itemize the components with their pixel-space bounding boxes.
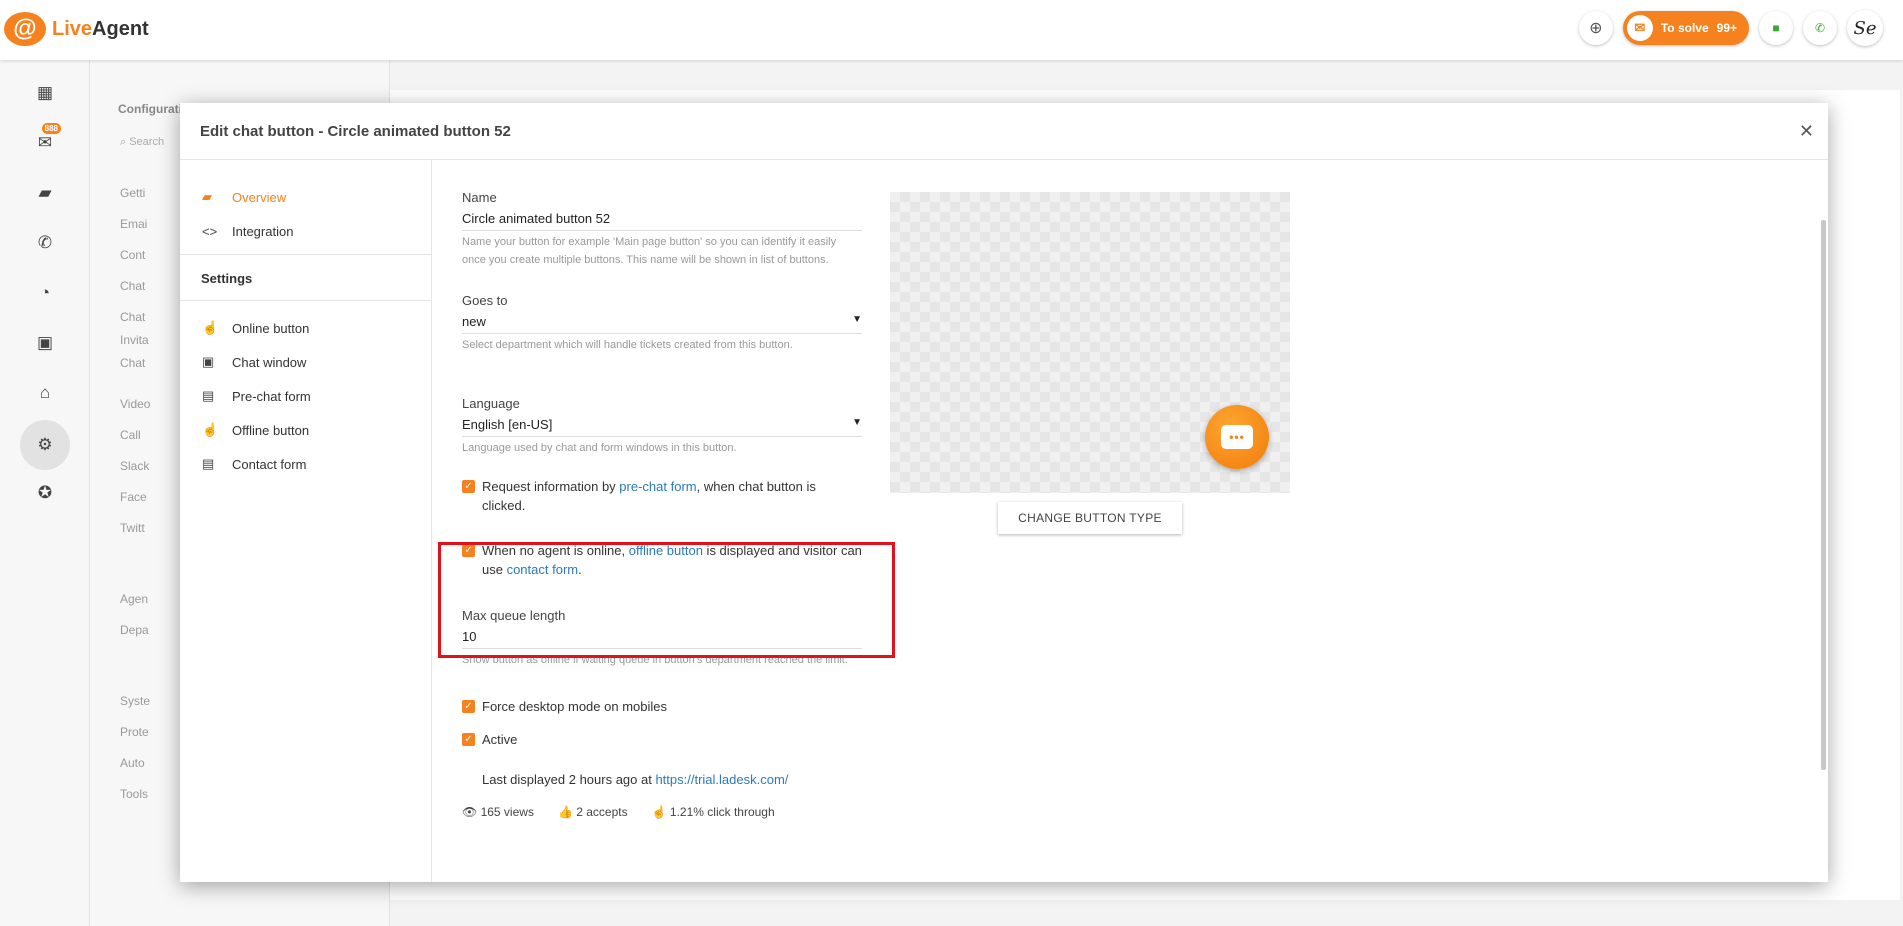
configuration-icon[interactable]: ⚙ bbox=[20, 420, 70, 470]
config-item[interactable]: Twitt bbox=[120, 521, 145, 535]
nav-prechat-form[interactable]: ▤ Pre-chat form bbox=[180, 379, 431, 413]
chat-button-preview: ••• bbox=[1205, 405, 1269, 469]
config-item[interactable]: Chat bbox=[120, 356, 145, 370]
window-icon: ▣ bbox=[202, 354, 215, 369]
nav-online-button[interactable]: ☝ Online button bbox=[180, 311, 431, 345]
config-item[interactable]: Slack bbox=[120, 459, 149, 473]
main-nav-rail: ▦ ✉ 888 ▰ ✆ ◔ ▣ ⌂ ⚙ ✪ bbox=[0, 60, 90, 926]
config-item[interactable]: Syste bbox=[120, 694, 150, 708]
name-input[interactable]: Circle animated button 52 bbox=[462, 211, 862, 231]
config-item[interactable]: Emai bbox=[120, 217, 147, 231]
name-field: Name Circle animated button 52 Name your… bbox=[462, 190, 862, 269]
config-item[interactable]: Video bbox=[120, 397, 150, 411]
button-preview: ••• bbox=[890, 192, 1290, 493]
nav-overview[interactable]: ▰ Overview bbox=[180, 180, 431, 214]
active-checkbox-row: ✓ Active bbox=[462, 730, 862, 749]
chat-bubble-icon: ▰ bbox=[202, 189, 212, 204]
prechat-form-link[interactable]: pre-chat form bbox=[619, 479, 696, 494]
highlight-box bbox=[438, 542, 895, 658]
to-solve-button[interactable]: ✉ To solve 99+ bbox=[1622, 11, 1749, 45]
config-item[interactable]: Prote bbox=[120, 725, 149, 739]
top-bar: @ LiveAgent ⊕ ✉ To solve 99+ ■ ✆ Se bbox=[0, 0, 1903, 60]
change-button-type-button[interactable]: CHANGE BUTTON TYPE bbox=[998, 502, 1182, 534]
dialog-content: Name Circle animated button 52 Name your… bbox=[432, 160, 1828, 882]
config-item[interactable]: Cont bbox=[120, 248, 145, 262]
app-logo[interactable]: @ LiveAgent bbox=[4, 12, 149, 46]
pointer-icon: ☝ bbox=[651, 805, 667, 819]
nav-integration[interactable]: <> Integration bbox=[180, 214, 431, 248]
code-icon: <> bbox=[202, 223, 218, 239]
contacts-icon[interactable]: ▣ bbox=[25, 323, 65, 363]
chat-dots-icon: ••• bbox=[1221, 425, 1253, 449]
last-displayed-url-link[interactable]: https://trial.ladesk.com/ bbox=[655, 772, 788, 787]
goes-to-select[interactable]: new ▼ bbox=[462, 314, 862, 334]
chats-icon[interactable]: ▰ bbox=[25, 173, 65, 213]
reports-icon[interactable]: ◔ bbox=[25, 273, 65, 313]
pointer-icon: ☝ bbox=[202, 320, 219, 335]
config-item[interactable]: Depa bbox=[120, 623, 149, 637]
dialog-header: Edit chat button - Circle animated butto… bbox=[180, 103, 1828, 160]
form-icon: ▤ bbox=[202, 388, 215, 403]
config-search-input[interactable]: ⌕ Search bbox=[120, 136, 164, 149]
knowledgebase-icon[interactable]: ⌂ bbox=[25, 373, 65, 413]
chat-status-icon[interactable]: ■ bbox=[1759, 11, 1793, 45]
overview-form: Name Circle animated button 52 Name your… bbox=[462, 190, 862, 819]
config-item[interactable]: Invita bbox=[120, 333, 149, 347]
config-item[interactable]: Agen bbox=[120, 592, 148, 606]
nav-contact-form[interactable]: ▤ Contact form bbox=[180, 447, 431, 481]
tickets-badge: 888 bbox=[41, 123, 61, 134]
config-item[interactable]: Tools bbox=[120, 787, 148, 801]
nav-offline-button[interactable]: ☝ Offline button bbox=[180, 413, 431, 447]
thumbs-up-icon: 👍 bbox=[557, 805, 573, 819]
nav-chat-window[interactable]: ▣ Chat window bbox=[180, 345, 431, 379]
last-displayed: Last displayed 2 hours ago at https://tr… bbox=[482, 772, 789, 787]
dialog-title: Edit chat button - Circle animated butto… bbox=[200, 122, 511, 140]
caret-down-icon: ▼ bbox=[852, 314, 862, 325]
stats-row: 👁 165 views 👍 2 accepts ☝ 1.21% click th… bbox=[462, 805, 775, 819]
config-item[interactable]: Chat bbox=[120, 279, 145, 293]
settings-heading: Settings bbox=[180, 261, 431, 301]
eye-icon: 👁 bbox=[462, 805, 478, 819]
request-info-checkbox[interactable]: ✓ bbox=[462, 480, 475, 493]
language-select[interactable]: English [en-US] ▼ bbox=[462, 417, 862, 437]
pointer-icon: ☝ bbox=[202, 422, 219, 437]
calls-icon[interactable]: ✆ bbox=[25, 223, 65, 263]
config-item[interactable]: Face bbox=[120, 490, 147, 504]
config-item[interactable]: Call bbox=[120, 428, 141, 442]
dashboard-icon[interactable]: ▦ bbox=[25, 73, 65, 113]
mail-icon: ✉ bbox=[1626, 15, 1653, 41]
active-checkbox[interactable]: ✓ bbox=[462, 733, 475, 746]
force-desktop-checkbox-row: ✓ Force desktop mode on mobiles bbox=[462, 697, 862, 716]
request-info-checkbox-row: ✓ Request information by pre-chat form, … bbox=[462, 477, 862, 515]
dialog-nav: ▰ Overview <> Integration Settings ☝ Online… bbox=[180, 160, 432, 882]
config-item[interactable]: Auto bbox=[120, 756, 145, 770]
language-field: Language English [en-US] ▼ Language used … bbox=[462, 396, 862, 454]
edit-chat-button-dialog: Edit chat button - Circle animated butto… bbox=[180, 103, 1828, 882]
avatar[interactable]: Se bbox=[1847, 10, 1883, 46]
tickets-icon[interactable]: ✉ 888 bbox=[25, 123, 65, 163]
caret-down-icon: ▼ bbox=[852, 417, 862, 428]
goes-to-field: Goes to new ▼ Select department which wil… bbox=[462, 293, 862, 351]
config-item[interactable]: Getti bbox=[120, 186, 145, 200]
close-icon[interactable]: ✕ bbox=[1799, 121, 1814, 142]
plugins-icon[interactable]: ✪ bbox=[25, 473, 65, 513]
config-title: Configurati bbox=[118, 102, 182, 116]
form-icon: ▤ bbox=[202, 456, 215, 471]
scrollbar[interactable] bbox=[1821, 220, 1826, 770]
at-logo-icon: @ bbox=[4, 12, 46, 46]
force-desktop-checkbox[interactable]: ✓ bbox=[462, 700, 475, 713]
add-icon[interactable]: ⊕ bbox=[1578, 11, 1613, 45]
phone-status-icon[interactable]: ✆ bbox=[1803, 11, 1837, 45]
config-item[interactable]: Chat bbox=[120, 310, 145, 324]
